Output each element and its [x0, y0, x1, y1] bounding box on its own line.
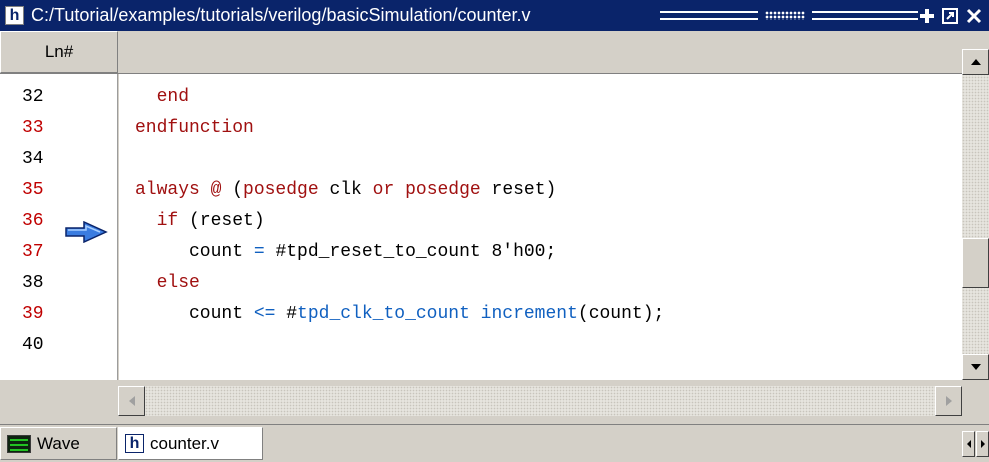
- code-token: <=: [253, 304, 276, 324]
- verilog-file-icon: h: [5, 6, 24, 25]
- vertical-scroll-thumb[interactable]: [962, 238, 989, 288]
- vertical-scrollbar[interactable]: [962, 49, 989, 380]
- wave-icon: [7, 434, 31, 453]
- triangle-up-icon: [970, 59, 981, 65]
- code-token: (reset): [178, 211, 265, 231]
- title-grip-dots[interactable]: [765, 11, 805, 20]
- code-token: count: [135, 242, 254, 262]
- line-number[interactable]: 33: [22, 117, 44, 139]
- code-token: or: [372, 180, 395, 200]
- triangle-down-icon: [970, 364, 981, 370]
- code-token: tpd_clk_to_count increment: [297, 304, 578, 324]
- triangle-left-icon: [128, 396, 135, 406]
- close-icon: [966, 8, 982, 23]
- line-number[interactable]: 32: [22, 86, 44, 108]
- title-grip-line: [660, 18, 758, 20]
- code-line[interactable]: count = #tpd_reset_to_count 8'h00;: [135, 241, 556, 263]
- tab-scroll-right-button[interactable]: [976, 431, 989, 457]
- code-line[interactable]: count <= #tpd_clk_to_count increment(cou…: [135, 303, 664, 325]
- code-token: always @: [135, 180, 233, 200]
- code-token: (: [232, 180, 244, 200]
- undock-button[interactable]: [939, 5, 961, 26]
- tab-label: counter.v: [150, 433, 219, 453]
- scroll-up-button[interactable]: [962, 49, 989, 75]
- dock-plus-button[interactable]: [916, 5, 938, 26]
- code-token: =: [253, 242, 265, 262]
- undock-icon: [942, 7, 958, 24]
- line-number[interactable]: 38: [22, 272, 44, 294]
- verilog-file-icon: h: [125, 434, 144, 453]
- line-number[interactable]: 35: [22, 179, 44, 201]
- code-token: #tpd_reset_to_count 8'h00;: [264, 242, 557, 262]
- window-title: C:/Tutorial/examples/tutorials/verilog/b…: [31, 5, 531, 25]
- triangle-right-icon: [980, 440, 985, 448]
- line-number[interactable]: 40: [22, 334, 44, 356]
- title-bar[interactable]: h C:/Tutorial/examples/tutorials/verilog…: [0, 0, 989, 31]
- code-line[interactable]: end: [135, 86, 189, 108]
- line-number[interactable]: 39: [22, 303, 44, 325]
- line-number[interactable]: 37: [22, 241, 44, 263]
- triangle-left-icon: [966, 440, 971, 448]
- code-token: posedge: [243, 180, 319, 200]
- code-token: endfunction: [135, 118, 254, 138]
- code-line[interactable]: if (reset): [135, 210, 265, 232]
- title-grip-line: [660, 11, 758, 13]
- tab-counter-v[interactable]: h counter.v: [118, 427, 263, 460]
- tab-bar: Wave h counter.v: [0, 424, 989, 462]
- scroll-right-button[interactable]: [935, 386, 962, 416]
- horizontal-scrollbar[interactable]: [118, 386, 962, 416]
- code-token: if: [135, 211, 179, 231]
- code-line[interactable]: endfunction: [135, 117, 254, 139]
- close-button[interactable]: [963, 5, 985, 26]
- tab-wave[interactable]: Wave: [0, 427, 117, 460]
- code-line[interactable]: always @ (posedge clk or posedge reset): [135, 179, 556, 201]
- scroll-left-button[interactable]: [118, 386, 145, 416]
- line-number[interactable]: 36: [22, 210, 44, 232]
- execution-arrow-icon: [65, 221, 108, 243]
- line-number[interactable]: 34: [22, 148, 44, 170]
- code-line[interactable]: else: [135, 272, 200, 294]
- column-header-row: Ln#: [0, 31, 962, 74]
- horizontal-scrollbar-row: [0, 380, 989, 424]
- code-token: clk: [318, 180, 373, 200]
- source-code-area[interactable]: end endfunction always @ (posedge clk or…: [119, 74, 962, 380]
- tab-label: Wave: [37, 433, 80, 453]
- title-grip-line: [812, 11, 918, 13]
- plus-icon: [919, 7, 935, 24]
- code-token: count: [135, 304, 254, 324]
- line-number-header[interactable]: Ln#: [0, 31, 118, 73]
- code-token: (count);: [577, 304, 665, 324]
- code-token: #: [275, 304, 298, 324]
- triangle-right-icon: [945, 396, 952, 406]
- code-token: end: [135, 87, 190, 107]
- code-token: reset): [480, 180, 557, 200]
- title-grip-line: [812, 18, 918, 20]
- code-token: else: [135, 273, 200, 293]
- scroll-down-button[interactable]: [962, 354, 989, 380]
- code-token: posedge: [405, 180, 481, 200]
- tab-scroll-left-button[interactable]: [962, 431, 975, 457]
